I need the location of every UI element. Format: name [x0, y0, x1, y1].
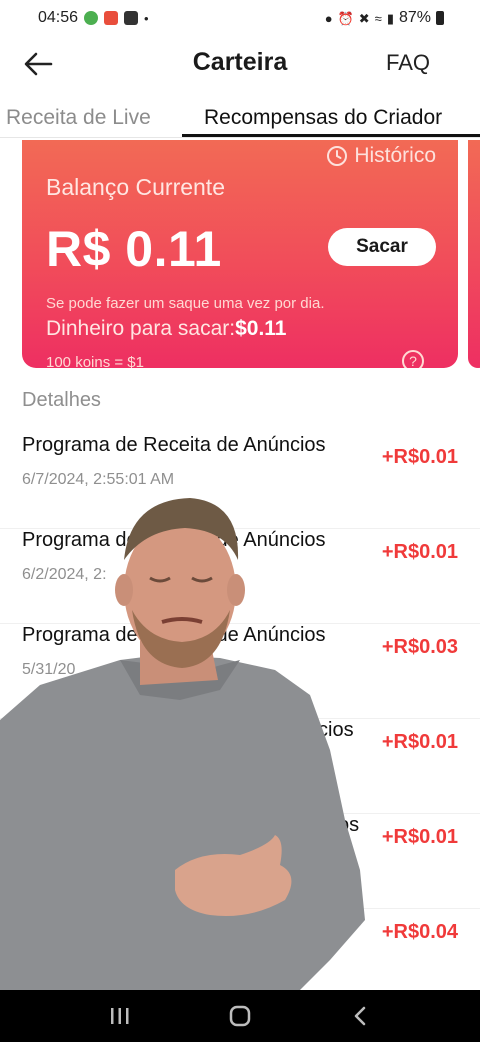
transaction-amount: +R$0.03 [381, 636, 458, 658]
transaction-title: Programa de Receita de Anúncios [22, 434, 326, 456]
transaction-title: cios [318, 719, 354, 741]
battery-percent: 87% [398, 9, 431, 26]
transaction-amount: +R$0.01 [381, 541, 458, 563]
signal-icon: ▮ [386, 10, 394, 26]
more-notifications-icon: • [144, 10, 149, 26]
transaction-row[interactable]: Programa de Receita de Anúncios 5/31/20 … [0, 624, 480, 719]
balance-value: R$ 0.11 [46, 221, 222, 277]
tab-live-revenue[interactable]: Receita de Live [6, 106, 151, 130]
chevron-left-icon [354, 1006, 366, 1026]
active-tab-indicator [182, 134, 480, 137]
transaction-title: os [338, 814, 360, 836]
transaction-date: 6/7/2024, 2:55:01 AM [22, 471, 175, 488]
transaction-amount: +R$0.04 [381, 921, 458, 943]
transaction-amount: +R$0.01 [381, 446, 458, 468]
faq-link[interactable]: FAQ [386, 50, 430, 76]
history-label: Histórico [354, 144, 436, 167]
balance-label: Balanço Currente [46, 174, 225, 200]
app-bar: Carteira FAQ [0, 36, 480, 92]
tab-bar: Receita de Live Recompensas do Criador [0, 100, 480, 138]
tab-creator-rewards[interactable]: Recompensas do Criador [204, 106, 442, 130]
recent-apps-button[interactable] [100, 996, 140, 1036]
facebook-icon [124, 11, 139, 25]
transaction-amount: +R$0.01 [381, 731, 458, 753]
transaction-row[interactable]: Programa de Receita de Anúncios 6/7/2024… [0, 434, 480, 529]
home-icon [229, 1005, 251, 1027]
details-heading: Detalhes [22, 389, 101, 411]
help-icon[interactable]: ? [402, 350, 424, 368]
mute-icon: ✖ [358, 10, 370, 26]
transaction-row[interactable]: cios +R$0.01 [0, 719, 480, 814]
cash-available-row: Dinheiro para sacar:$0.11 [46, 317, 287, 341]
system-nav-bar [0, 990, 480, 1042]
cash-available-label: Dinheiro para sacar: [46, 317, 236, 340]
status-right: ● ⏰ ✖ ≈ ▮ 87% [325, 9, 444, 27]
home-button[interactable] [220, 996, 260, 1036]
notification-app-icon [84, 11, 99, 25]
alarm-icon: ⏰ [337, 10, 354, 26]
status-bar: 04:56 • ● ⏰ ✖ ≈ ▮ 87% [0, 0, 480, 36]
recent-apps-icon [111, 1008, 129, 1024]
next-card-peek[interactable] [468, 140, 480, 368]
transaction-row[interactable]: Programa de Receita de Anúncios 6/2/2024… [0, 529, 480, 624]
withdraw-button[interactable]: Sacar [328, 228, 436, 266]
exchange-rate-note: 100 koins = $1 [46, 354, 144, 368]
balance-card: Histórico Balanço Currente R$ 0.11 Sacar… [22, 140, 458, 368]
notification-app-icon [104, 11, 119, 25]
status-time: 04:56 [38, 9, 79, 26]
status-left: 04:56 • [38, 9, 149, 27]
transaction-title: s [352, 909, 362, 931]
transaction-row[interactable]: os +R$0.01 [0, 814, 480, 909]
history-link[interactable]: Histórico [326, 144, 436, 168]
transaction-title: Programa de Receita de Anúncios [22, 624, 326, 646]
cash-available-value: $0.11 [235, 317, 287, 340]
system-back-button[interactable] [340, 996, 380, 1036]
transaction-amount: +R$0.01 [381, 826, 458, 848]
transaction-date: 5/31/20 [22, 661, 76, 678]
withdraw-note: Se pode fazer um saque uma vez por dia. [46, 295, 325, 312]
clock-icon [327, 146, 348, 166]
transaction-title: Programa de Receita de Anúncios [22, 529, 326, 551]
wifi-icon: ≈ [374, 10, 382, 26]
lock-icon: ● [324, 10, 333, 26]
battery-icon [436, 11, 444, 25]
transaction-date: 6/2/2024, 2: [22, 566, 107, 583]
